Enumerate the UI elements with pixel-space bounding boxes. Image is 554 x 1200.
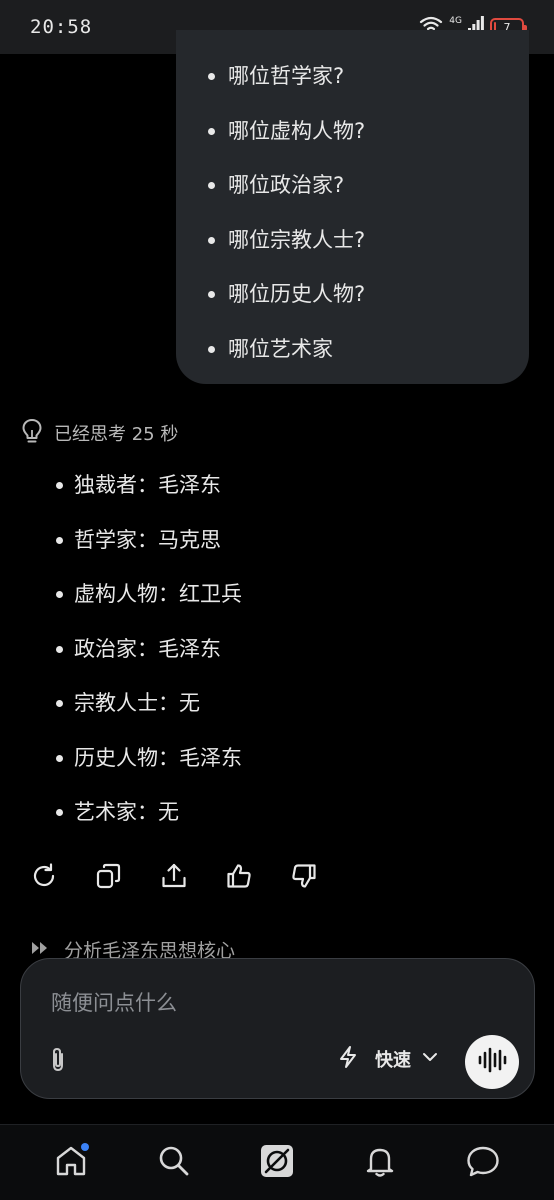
voice-waveform-icon xyxy=(477,1047,507,1077)
answer-item: 虚构人物：红卫兵 xyxy=(56,579,242,634)
thinking-toggle[interactable]: 已经思考 25 秒 xyxy=(20,418,178,448)
search-icon xyxy=(157,1144,191,1182)
refresh-icon xyxy=(30,862,58,894)
nav-home[interactable] xyxy=(51,1142,91,1183)
user-question-item: 哪位哲学家? xyxy=(207,61,365,116)
nav-notifications[interactable] xyxy=(360,1143,400,1183)
regenerate-button[interactable] xyxy=(30,862,58,894)
message-composer: 随便问点什么 快速 xyxy=(20,958,535,1099)
like-button[interactable] xyxy=(225,862,253,894)
answer-item: 哲学家：马克思 xyxy=(56,525,242,580)
answer-item: 独裁者：毛泽东 xyxy=(56,470,242,525)
user-message-bubble: 哪位哲学家? 哪位虚构人物? 哪位政治家? 哪位宗教人士? 哪位历史人物? 哪位… xyxy=(176,30,529,384)
thumbs-down-icon xyxy=(290,862,318,894)
nav-grok[interactable] xyxy=(257,1143,297,1183)
chat-icon xyxy=(465,1144,501,1182)
voice-mode-button[interactable] xyxy=(465,1035,519,1089)
chevron-down-icon xyxy=(421,1048,439,1070)
user-question-item: 哪位虚构人物? xyxy=(207,116,365,171)
thumbs-up-icon xyxy=(225,862,253,894)
user-question-item: 哪位宗教人士? xyxy=(207,225,365,280)
message-input[interactable]: 随便问点什么 xyxy=(51,987,177,1017)
lightning-icon xyxy=(337,1045,359,1073)
nav-messages[interactable] xyxy=(463,1143,503,1183)
thinking-label: 已经思考 25 秒 xyxy=(54,424,179,445)
bottom-navigation xyxy=(0,1124,554,1200)
grok-logo-icon xyxy=(259,1143,295,1183)
user-question-item: 哪位艺术家 xyxy=(207,334,365,389)
app-screen: 20:58 4G 7 哪位哲学家? 哪位虚构人物? 哪位政治家? 哪位宗教人士?… xyxy=(0,0,554,1200)
network-type: 4G xyxy=(449,15,462,26)
status-time: 20:58 xyxy=(30,16,93,38)
copy-button[interactable] xyxy=(95,862,123,894)
user-question-item: 哪位历史人物? xyxy=(207,279,365,334)
bell-icon xyxy=(363,1144,397,1182)
lightbulb-icon xyxy=(20,418,44,448)
copy-icon xyxy=(95,862,123,894)
share-button[interactable] xyxy=(160,862,188,894)
notification-dot xyxy=(81,1142,90,1151)
attach-button[interactable] xyxy=(43,1047,73,1077)
answer-item: 历史人物：毛泽东 xyxy=(56,743,242,798)
paperclip-icon xyxy=(47,1046,69,1078)
mode-selector[interactable]: 快速 xyxy=(337,1045,439,1073)
mode-label: 快速 xyxy=(375,1050,411,1071)
assistant-answer-list: 独裁者：毛泽东 哲学家：马克思 虚构人物：红卫兵 政治家：毛泽东 宗教人士：无 … xyxy=(56,470,242,852)
user-question-list: 哪位哲学家? 哪位虚构人物? 哪位政治家? 哪位宗教人士? 哪位历史人物? 哪位… xyxy=(207,61,365,389)
message-actions xyxy=(30,862,318,894)
user-question-item: 哪位政治家? xyxy=(207,170,365,225)
answer-item: 政治家：毛泽东 xyxy=(56,634,242,689)
dislike-button[interactable] xyxy=(290,862,318,894)
nav-search[interactable] xyxy=(154,1143,194,1183)
answer-item: 艺术家：无 xyxy=(56,797,242,852)
answer-item: 宗教人士：无 xyxy=(56,688,242,743)
share-icon xyxy=(160,862,188,894)
